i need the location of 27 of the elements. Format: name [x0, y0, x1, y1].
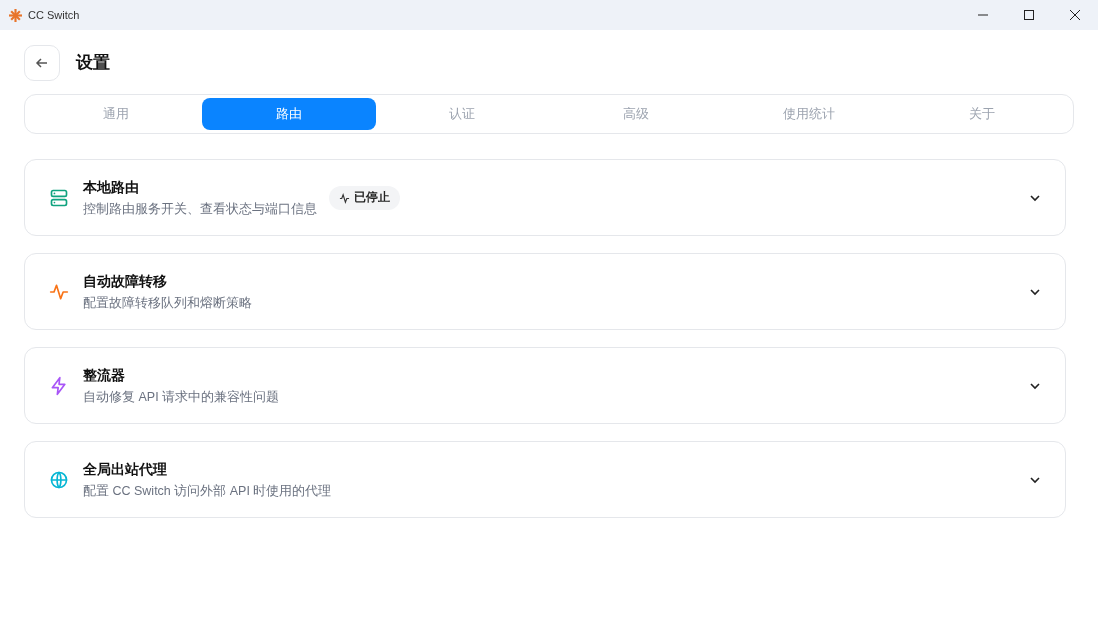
section-description: 配置 CC Switch 访问外部 API 时使用的代理: [83, 482, 332, 500]
section-title: 整流器: [83, 365, 126, 385]
pulse-icon: [339, 192, 350, 204]
section-description: 配置故障转移队列和熔断策略: [83, 294, 252, 312]
settings-tab[interactable]: 高级: [549, 98, 723, 130]
section-title: 全局出站代理: [83, 459, 168, 479]
section-description: 自动修复 API 请求中的兼容性问题: [83, 388, 280, 406]
settings-card[interactable]: 本地路由 控制路由服务开关、查看状态与端口信息 已停止: [24, 159, 1066, 236]
settings-tab[interactable]: 认证: [375, 98, 549, 130]
settings-tab[interactable]: 通用: [29, 98, 203, 130]
page-title: 设置: [76, 52, 110, 75]
maximize-icon: [1024, 10, 1034, 20]
status-badge: 已停止: [329, 186, 400, 210]
section-title: 本地路由: [83, 177, 140, 197]
close-icon: [1070, 10, 1080, 20]
settings-tab[interactable]: 关于: [895, 98, 1069, 130]
settings-card[interactable]: 全局出站代理 配置 CC Switch 访问外部 API 时使用的代理: [24, 441, 1066, 518]
back-button[interactable]: [24, 45, 60, 81]
window-title: CC Switch: [28, 7, 80, 23]
back-arrow-icon: [35, 56, 49, 70]
settings-card[interactable]: 自动故障转移 配置故障转移队列和熔断策略: [24, 253, 1066, 330]
section-title: 自动故障转移: [83, 271, 168, 291]
settings-tab[interactable]: 路由: [202, 98, 376, 130]
app-logo-icon: [9, 8, 22, 22]
settings-tab[interactable]: 使用统计: [722, 98, 896, 130]
settings-card[interactable]: 整流器 自动修复 API 请求中的兼容性问题: [24, 347, 1066, 424]
section-description: 控制路由服务开关、查看状态与端口信息: [83, 200, 317, 218]
